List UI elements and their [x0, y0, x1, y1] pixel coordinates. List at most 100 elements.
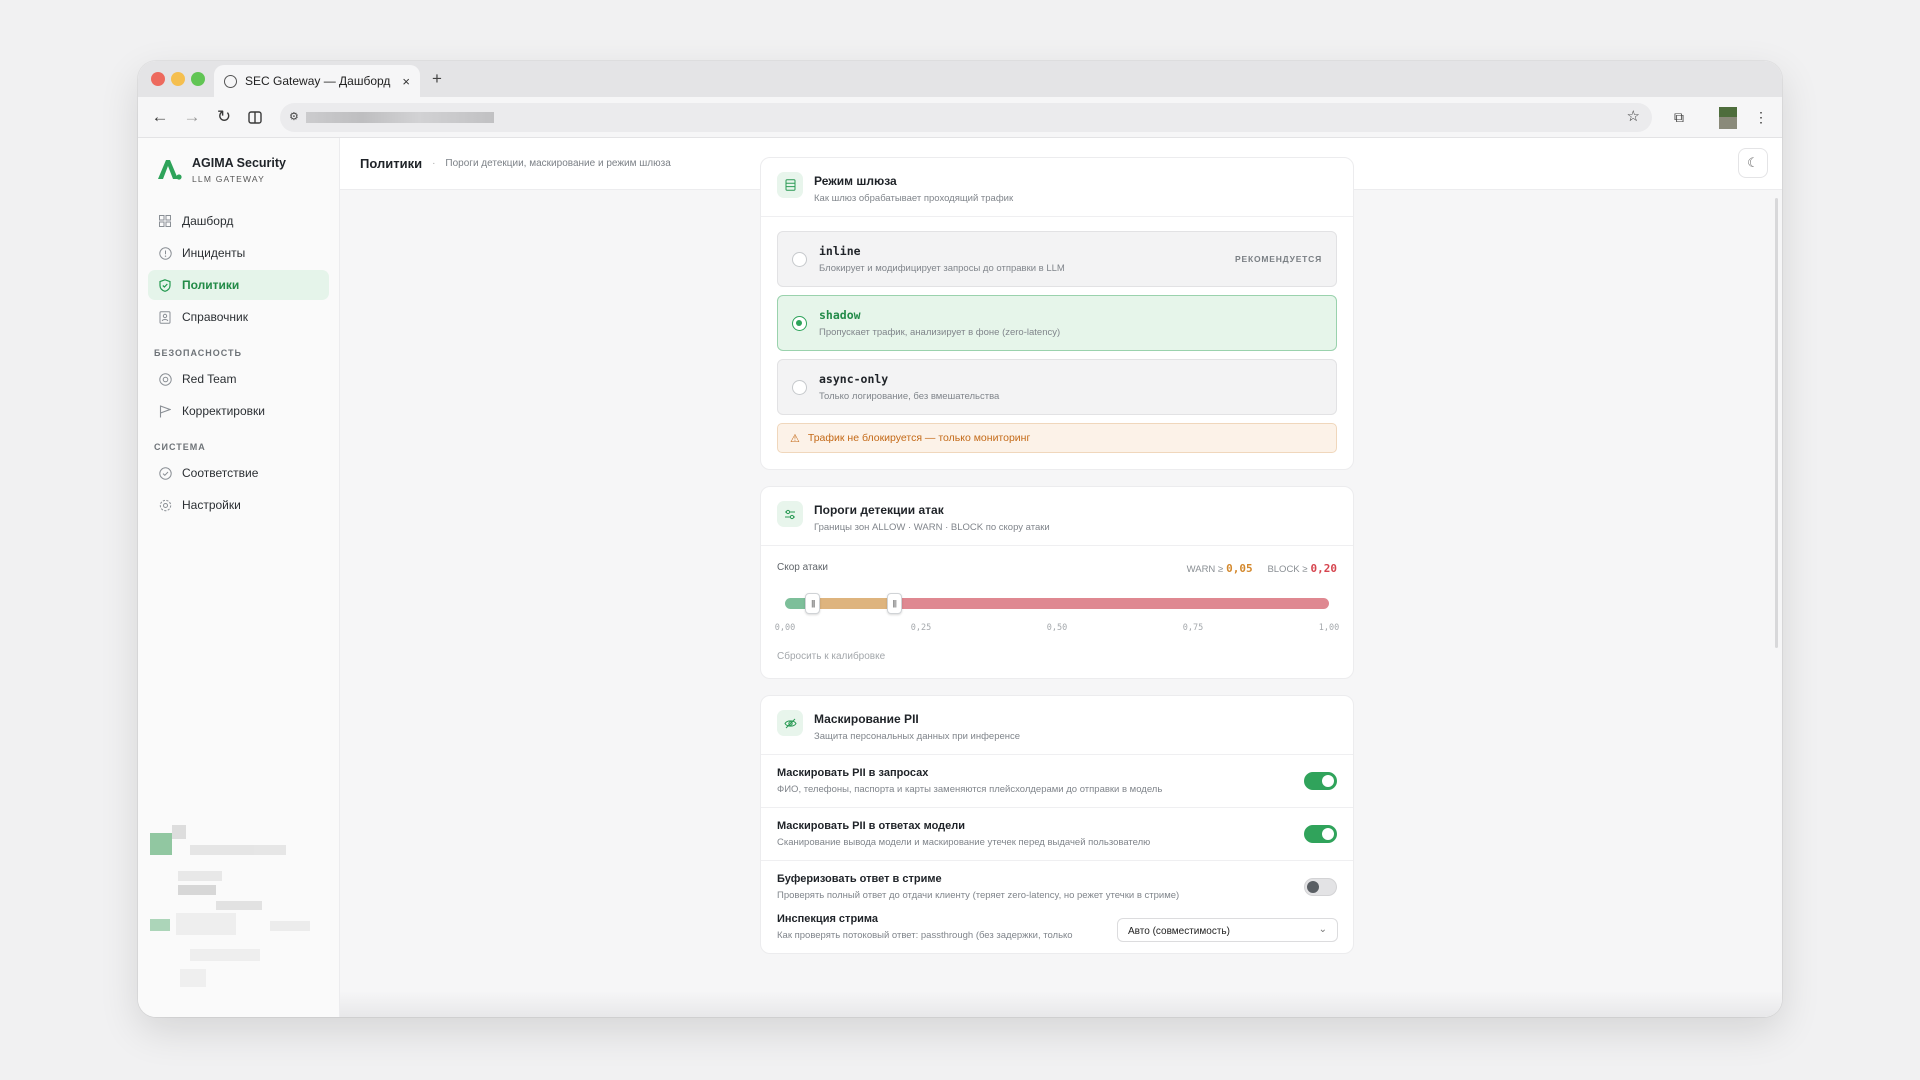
card-subtitle: Как шлюз обрабатывает проходящий трафик [814, 193, 1014, 204]
card-header: Маскирование PII Защита персональных дан… [761, 696, 1353, 755]
sidebar-item-red-team[interactable]: Red Team [148, 364, 329, 394]
scrollbar[interactable] [1775, 198, 1778, 648]
mode-description: Только логирование, без вмешательства [819, 391, 1000, 402]
split-view-icon[interactable] [243, 105, 267, 129]
buffer-stream-toggle[interactable] [1304, 878, 1337, 896]
mode-option-inline[interactable]: inline Блокирует и модифицирует запросы … [777, 231, 1337, 287]
mode-description: Пропускает трафик, анализирует в фоне (z… [819, 327, 1061, 338]
block-value: 0,20 [1310, 562, 1338, 575]
browser-menu-icon[interactable]: ⋮ [1749, 105, 1773, 129]
setting-title: Буферизовать ответ в стриме [777, 873, 942, 885]
bottom-fade [340, 991, 1782, 1017]
browser-toolbar: ← → ↻ ⚙ ☆ ⧉ ⋮ [138, 97, 1782, 138]
alert-circle-icon [158, 246, 172, 260]
settings-column: Режим шлюза Как шлюз обрабатывает проход… [760, 157, 1354, 970]
sidebar-item-incidents[interactable]: Инциденты [148, 238, 329, 268]
shield-icon [158, 278, 172, 292]
sidebar-item-reference[interactable]: Справочник [148, 302, 329, 332]
sidebar-nav: Дашборд Инциденты Политики Справочник [138, 200, 339, 332]
main-content: Политики · Пороги детекции, маскирование… [340, 138, 1782, 1017]
sidebar-item-compliance[interactable]: Соответствие [148, 458, 329, 488]
maximize-window-button[interactable] [191, 72, 205, 86]
sidebar-item-corrections[interactable]: Корректировки [148, 396, 329, 426]
mode-name: async-only [819, 372, 889, 386]
card-header: Режим шлюза Как шлюз обрабатывает проход… [761, 158, 1353, 217]
extensions-icon[interactable]: ⧉ [1667, 105, 1691, 129]
sidebar-item-label: Справочник [182, 310, 248, 324]
block-threshold-handle[interactable]: ||| [886, 593, 902, 614]
warning-triangle-icon: ⚠ [790, 432, 800, 445]
tab-close-icon[interactable]: × [402, 74, 410, 89]
setting-description: ФИО, телефоны, паспорта и карты заменяют… [777, 784, 1163, 795]
reset-calibration-button[interactable]: Сбросить к калибровке [777, 651, 1337, 662]
app: AGIMA Security LLM GATEWAY Дашборд Инцид… [138, 138, 1782, 1017]
mask-requests-toggle[interactable] [1304, 772, 1337, 790]
sidebar-item-dashboard[interactable]: Дашборд [148, 206, 329, 236]
address-bar[interactable]: ⚙ ☆ [280, 103, 1652, 132]
warning-text: Трафик не блокируется — только мониторин… [807, 432, 1031, 444]
breadcrumb-separator: · [432, 158, 436, 169]
book-icon [158, 310, 172, 324]
tab-title: SEC Gateway — Дашборд [245, 74, 391, 88]
warn-zone [812, 598, 894, 609]
page-title: Политики [360, 156, 423, 171]
sidebar-item-label: Соответствие [182, 466, 259, 480]
section-system: СИСТЕМА [154, 442, 206, 452]
card-title: Режим шлюза [814, 174, 897, 188]
brand-subtitle: LLM GATEWAY [192, 174, 266, 184]
recommended-badge: РЕКОМЕНДУЕТСЯ [1235, 254, 1322, 264]
select-value: Авто (совместимость) [1128, 926, 1230, 937]
sidebar-item-label: Red Team [182, 372, 237, 386]
thresholds-card: Пороги детекции атак Границы зон ALLOW ·… [760, 486, 1354, 679]
card-subtitle: Границы зон ALLOW · WARN · BLOCK по скор… [814, 522, 1050, 533]
server-icon [777, 172, 803, 198]
reload-icon[interactable]: ↻ [212, 105, 236, 129]
grid-icon [158, 214, 172, 228]
warn-value: 0,05 [1226, 562, 1253, 575]
radio-button[interactable] [792, 251, 807, 267]
slider-track [785, 598, 1329, 609]
score-label: Скор атаки [777, 562, 828, 573]
new-tab-button[interactable]: + [432, 69, 442, 89]
stream-buffer-row: Буферизовать ответ в стриме Проверять по… [761, 861, 1353, 913]
agima-logo-icon [156, 158, 182, 180]
mask-responses-toggle[interactable] [1304, 825, 1337, 843]
card-header: Пороги детекции атак Границы зон ALLOW ·… [761, 487, 1353, 546]
theme-toggle-moon-icon[interactable]: ☾ [1738, 148, 1768, 178]
setting-title: Маскировать PII в запросах [777, 767, 929, 779]
block-label: BLOCK ≥ [1267, 564, 1308, 575]
sidebar-item-policies[interactable]: Политики [148, 270, 329, 300]
stream-inspection-row: Инспекция стрима Как проверять потоковый… [761, 913, 1353, 953]
bookmark-star-icon[interactable]: ☆ [1627, 107, 1640, 125]
card-title: Пороги детекции атак [814, 503, 944, 517]
logo[interactable]: AGIMA Security LLM GATEWAY [138, 138, 339, 200]
forward-arrow-icon[interactable]: → [180, 105, 204, 129]
setting-description: Сканирование вывода модели и маскировани… [777, 837, 1151, 848]
brand-name: AGIMA Security [192, 156, 287, 170]
profile-avatar[interactable] [1719, 107, 1737, 129]
browser-tab[interactable]: SEC Gateway — Дашборд × [214, 65, 420, 97]
flag-icon [158, 404, 172, 418]
sidebar-item-label: Дашборд [182, 214, 234, 228]
sidebar-item-label: Инциденты [182, 246, 246, 260]
pii-response-row: Маскировать PII в ответах модели Сканиро… [761, 808, 1353, 861]
page-subtitle: Пороги детекции, маскирование и режим шл… [445, 158, 671, 169]
mode-name: shadow [819, 308, 861, 322]
radio-button-selected[interactable] [792, 315, 807, 331]
minimize-window-button[interactable] [171, 72, 185, 86]
warn-label: WARN ≥ [1186, 564, 1224, 575]
sidebar-item-settings[interactable]: Настройки [148, 490, 329, 520]
target-icon [158, 372, 172, 386]
site-settings-icon[interactable]: ⚙ [289, 110, 299, 123]
mode-option-async-only[interactable]: async-only Только логирование, без вмеша… [777, 359, 1337, 415]
radio-button[interactable] [792, 379, 807, 395]
back-arrow-icon[interactable]: ← [148, 105, 172, 129]
chevron-down-icon: ⌄ [1318, 924, 1327, 935]
close-window-button[interactable] [151, 72, 165, 86]
attack-score-slider[interactable]: ||| ||| [777, 589, 1337, 623]
warn-threshold-handle[interactable]: ||| [805, 593, 821, 614]
mode-option-shadow[interactable]: shadow Пропускает трафик, анализирует в … [777, 295, 1337, 351]
stream-mode-select[interactable]: Авто (совместимость) ⌄ [1117, 918, 1338, 942]
sidebar-item-label: Политики [182, 278, 240, 292]
sidebar: AGIMA Security LLM GATEWAY Дашборд Инцид… [138, 138, 340, 1017]
